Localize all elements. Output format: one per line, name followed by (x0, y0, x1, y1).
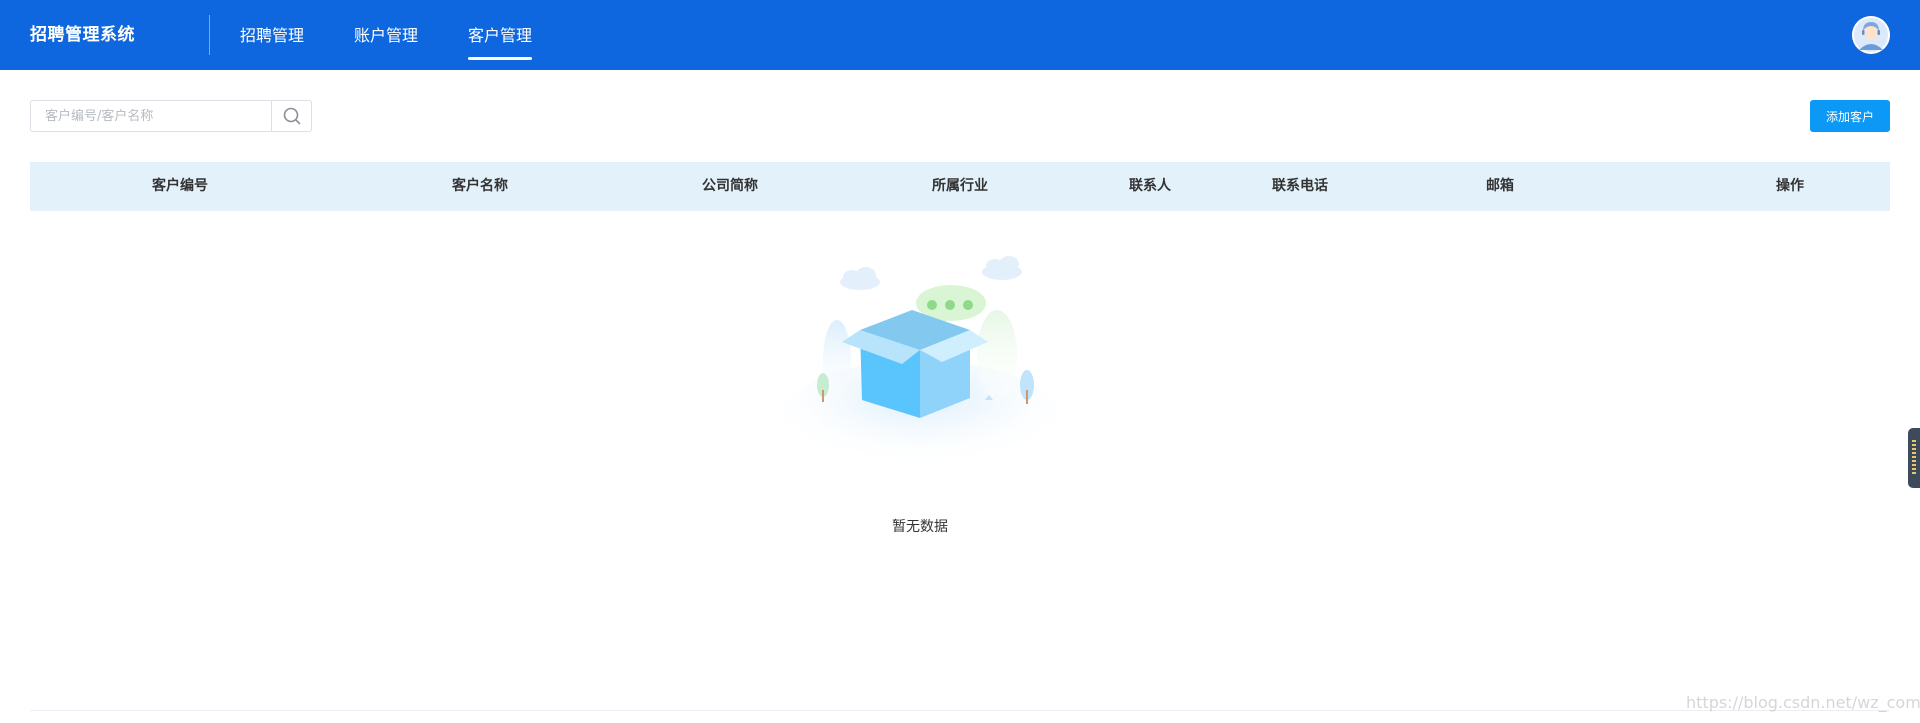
user-avatar-icon[interactable] (1852, 16, 1890, 54)
nav-account[interactable]: 账户管理 (354, 0, 418, 70)
table-header: 客户编号 客户名称 公司简称 所属行业 联系人 联系电话 邮箱 操作 (30, 162, 1890, 211)
search-input[interactable] (31, 101, 271, 131)
column-header[interactable]: 所属行业 (932, 162, 988, 211)
search-icon (283, 107, 300, 125)
side-drawer-handle[interactable] (1908, 428, 1920, 488)
column-header[interactable]: 联系人 (1129, 162, 1171, 211)
add-customer-button[interactable]: 添加客户 (1810, 100, 1890, 132)
main-nav: 招聘管理 账户管理 客户管理 (240, 0, 582, 70)
search-box (30, 100, 312, 132)
avatar-illustration (1852, 16, 1890, 54)
table-bottom-border (30, 710, 1890, 711)
column-header[interactable]: 操作 (1776, 162, 1804, 211)
nav-customer[interactable]: 客户管理 (468, 0, 533, 70)
column-header[interactable]: 客户编号 (152, 162, 208, 211)
watermark-text: https://blog.csdn.net/wz_coming (1686, 693, 1920, 712)
app-title: 招聘管理系统 (30, 25, 135, 45)
search-button[interactable] (271, 101, 311, 131)
column-header[interactable]: 联系电话 (1272, 162, 1328, 211)
column-header[interactable]: 客户名称 (452, 162, 508, 211)
nav-recruitment[interactable]: 招聘管理 (240, 0, 304, 70)
header-divider (209, 15, 210, 55)
top-header: 招聘管理系统 招聘管理 账户管理 客户管理 (0, 0, 1920, 70)
column-header[interactable]: 邮箱 (1486, 162, 1514, 211)
empty-state-text: 暂无数据 (892, 519, 948, 535)
empty-box-icon (780, 250, 1060, 480)
column-header[interactable]: 公司简称 (702, 162, 758, 211)
handle-grip-icon (1912, 440, 1916, 476)
